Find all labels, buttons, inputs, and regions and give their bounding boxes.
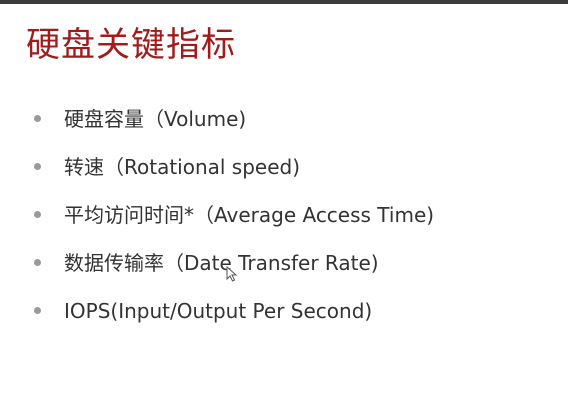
bullet-item-access-time: 平均访问时间*（Average Access Time) [34,200,434,248]
mouse-cursor-icon [226,266,238,282]
slide-title: 硬盘关键指标 [26,25,236,65]
bullet-text: 硬盘容量（Volume) [64,107,247,131]
bullet-dot-icon [34,307,41,314]
bullet-item-rotational-speed: 转速（Rotational speed) [34,152,434,200]
bullet-text: 数据传输率（Date Transfer Rate) [64,251,379,275]
bullet-item-iops: IOPS(Input/Output Per Second) [34,296,434,344]
slide: 硬盘关键指标 硬盘容量（Volume) 转速（Rotational speed)… [0,0,568,407]
bullet-dot-icon [34,163,41,170]
bullet-dot-icon [34,259,41,266]
bullet-list: 硬盘容量（Volume) 转速（Rotational speed) 平均访问时间… [34,104,434,344]
bullet-dot-icon [34,115,41,122]
bullet-text: 转速（Rotational speed) [64,155,301,179]
bullet-text: IOPS(Input/Output Per Second) [64,299,373,323]
bullet-item-volume: 硬盘容量（Volume) [34,104,434,152]
top-bar [0,0,568,4]
bullet-dot-icon [34,211,41,218]
bullet-text: 平均访问时间*（Average Access Time) [64,203,435,227]
